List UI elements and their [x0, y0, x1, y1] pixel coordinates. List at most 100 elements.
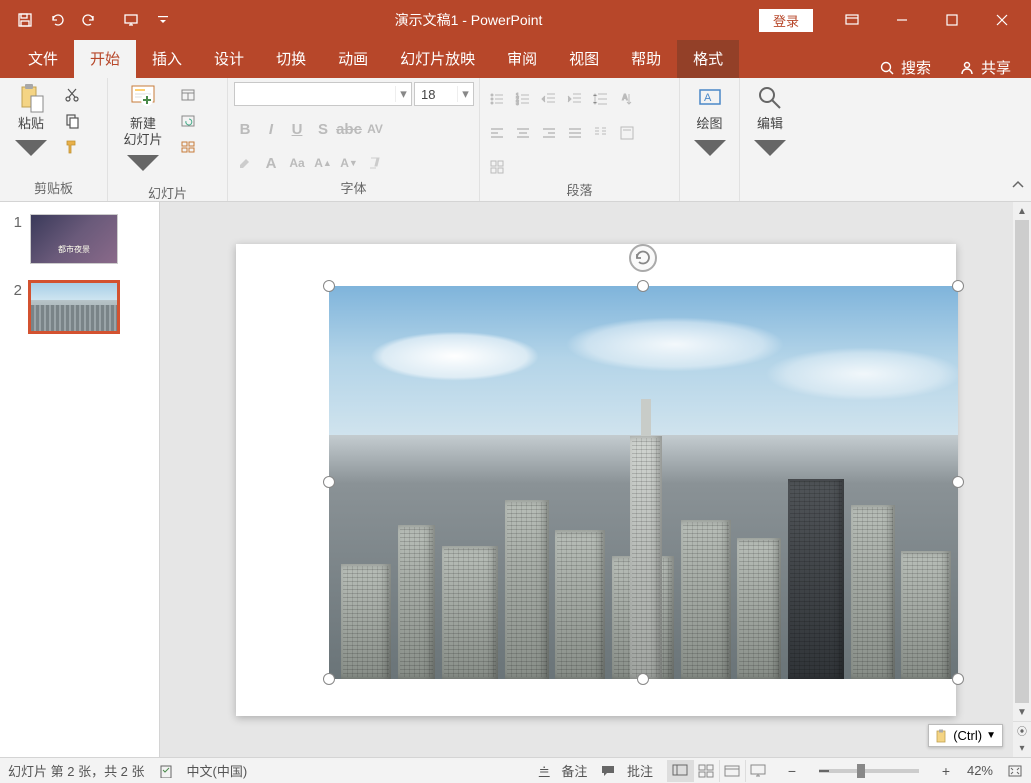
- chevron-down-icon: [127, 149, 159, 181]
- layout-button[interactable]: [176, 84, 200, 106]
- resize-handle-l[interactable]: [323, 476, 335, 488]
- next-slide-button[interactable]: ▾: [1013, 739, 1031, 757]
- format-painter-button[interactable]: [60, 136, 84, 158]
- tab-slideshow[interactable]: 幻灯片放映: [384, 40, 491, 78]
- slide-counter[interactable]: 幻灯片 第 2 张，共 2 张: [8, 761, 145, 780]
- reset-button[interactable]: [176, 110, 200, 132]
- tab-file[interactable]: 文件: [12, 40, 74, 78]
- drawing-button[interactable]: A 绘图: [686, 82, 733, 166]
- thumbnail-slide-1[interactable]: 1 都市夜景: [8, 214, 151, 264]
- group-paragraph: 123 A 段落: [480, 78, 680, 201]
- minimize-button[interactable]: [879, 5, 925, 35]
- fit-to-window-button[interactable]: [1007, 764, 1023, 778]
- search-button[interactable]: 搜索: [879, 57, 931, 78]
- save-button[interactable]: [10, 5, 40, 35]
- section-button[interactable]: [176, 136, 200, 158]
- align-left-button[interactable]: [486, 122, 508, 144]
- font-size-combo[interactable]: 18▾: [414, 82, 474, 106]
- scroll-down-button[interactable]: ▼: [1013, 703, 1031, 721]
- tab-format[interactable]: 格式: [677, 40, 739, 78]
- resize-handle-b[interactable]: [637, 673, 649, 685]
- zoom-slider[interactable]: [819, 769, 919, 773]
- tab-design[interactable]: 设计: [198, 40, 260, 78]
- tab-home[interactable]: 开始: [74, 40, 136, 78]
- underline-button[interactable]: U: [286, 118, 308, 140]
- italic-button[interactable]: I: [260, 118, 282, 140]
- reading-view-button[interactable]: [719, 760, 745, 782]
- login-button[interactable]: 登录: [759, 9, 813, 32]
- line-spacing-button[interactable]: [590, 88, 612, 110]
- spell-check-button[interactable]: [159, 764, 173, 778]
- resize-handle-br[interactable]: [952, 673, 964, 685]
- language-button[interactable]: 中文(中国): [187, 761, 248, 780]
- start-from-beginning-button[interactable]: [116, 5, 146, 35]
- align-text-button[interactable]: [616, 122, 638, 144]
- strikethrough-button[interactable]: abc: [338, 118, 360, 140]
- paste-options-button[interactable]: (Ctrl) ▼: [928, 724, 1003, 747]
- tab-transitions[interactable]: 切换: [260, 40, 322, 78]
- font-name-combo[interactable]: ▾: [234, 82, 412, 106]
- decrease-font-button[interactable]: A▼: [338, 152, 360, 174]
- clear-formatting-button[interactable]: [364, 152, 386, 174]
- decrease-indent-button[interactable]: [538, 88, 560, 110]
- cut-button[interactable]: [60, 84, 84, 106]
- maximize-button[interactable]: [929, 5, 975, 35]
- tab-view[interactable]: 视图: [553, 40, 615, 78]
- thumbnail-slide-2[interactable]: 2: [8, 282, 151, 332]
- numbering-button[interactable]: 123: [512, 88, 534, 110]
- highlight-button[interactable]: [234, 152, 256, 174]
- zoom-level[interactable]: 42%: [967, 763, 993, 778]
- resize-handle-r[interactable]: [952, 476, 964, 488]
- close-button[interactable]: [979, 5, 1025, 35]
- increase-font-button[interactable]: A▲: [312, 152, 334, 174]
- chevron-down-icon: [754, 134, 786, 166]
- chevron-down-icon: [694, 134, 726, 166]
- font-color-button[interactable]: A: [260, 152, 282, 174]
- bold-button[interactable]: B: [234, 118, 256, 140]
- vertical-scrollbar[interactable]: ▲ ▼ ⦿ ▾: [1013, 202, 1031, 757]
- change-case-button[interactable]: Aa: [286, 152, 308, 174]
- inserted-picture[interactable]: [329, 286, 958, 679]
- resize-handle-tl[interactable]: [323, 280, 335, 292]
- tab-review[interactable]: 审阅: [491, 40, 553, 78]
- character-spacing-button[interactable]: AV: [364, 118, 386, 140]
- slide-sorter-view-button[interactable]: [693, 760, 719, 782]
- normal-view-button[interactable]: [667, 760, 693, 782]
- resize-handle-tr[interactable]: [952, 280, 964, 292]
- scroll-up-button[interactable]: ▲: [1013, 202, 1031, 220]
- comments-button[interactable]: 批注: [601, 761, 653, 780]
- shadow-button[interactable]: S: [312, 118, 334, 140]
- previous-slide-button[interactable]: ⦿: [1013, 721, 1031, 739]
- text-direction-button[interactable]: A: [616, 88, 638, 110]
- redo-button[interactable]: [74, 5, 104, 35]
- copy-button[interactable]: [60, 110, 84, 132]
- align-right-button[interactable]: [538, 122, 560, 144]
- bullets-button[interactable]: [486, 88, 508, 110]
- undo-button[interactable]: [42, 5, 72, 35]
- align-center-button[interactable]: [512, 122, 534, 144]
- new-slide-button[interactable]: 新建 幻灯片: [114, 82, 172, 181]
- ribbon-display-options-button[interactable]: [829, 5, 875, 35]
- resize-handle-t[interactable]: [637, 280, 649, 292]
- collapse-ribbon-button[interactable]: [1011, 178, 1025, 197]
- content-area: 1 都市夜景 2: [0, 202, 1031, 757]
- tab-insert[interactable]: 插入: [136, 40, 198, 78]
- paste-button[interactable]: 粘贴: [6, 82, 56, 166]
- resize-handle-bl[interactable]: [323, 673, 335, 685]
- slideshow-view-button[interactable]: [745, 760, 771, 782]
- qat-customize-button[interactable]: [148, 5, 178, 35]
- zoom-out-button[interactable]: −: [785, 763, 799, 779]
- zoom-in-button[interactable]: +: [939, 763, 953, 779]
- rotate-handle[interactable]: [629, 244, 657, 272]
- convert-smartart-button[interactable]: [486, 156, 508, 178]
- slide-canvas[interactable]: [236, 244, 956, 716]
- slide-editor[interactable]: (Ctrl) ▼ ▲ ▼ ⦿ ▾: [160, 202, 1031, 757]
- increase-indent-button[interactable]: [564, 88, 586, 110]
- share-button[interactable]: 共享: [959, 57, 1011, 78]
- tab-help[interactable]: 帮助: [615, 40, 677, 78]
- tab-animations[interactable]: 动画: [322, 40, 384, 78]
- columns-button[interactable]: [590, 122, 612, 144]
- editing-button[interactable]: 编辑: [746, 82, 794, 166]
- justify-button[interactable]: [564, 122, 586, 144]
- notes-button[interactable]: ≐ 备注: [539, 761, 588, 780]
